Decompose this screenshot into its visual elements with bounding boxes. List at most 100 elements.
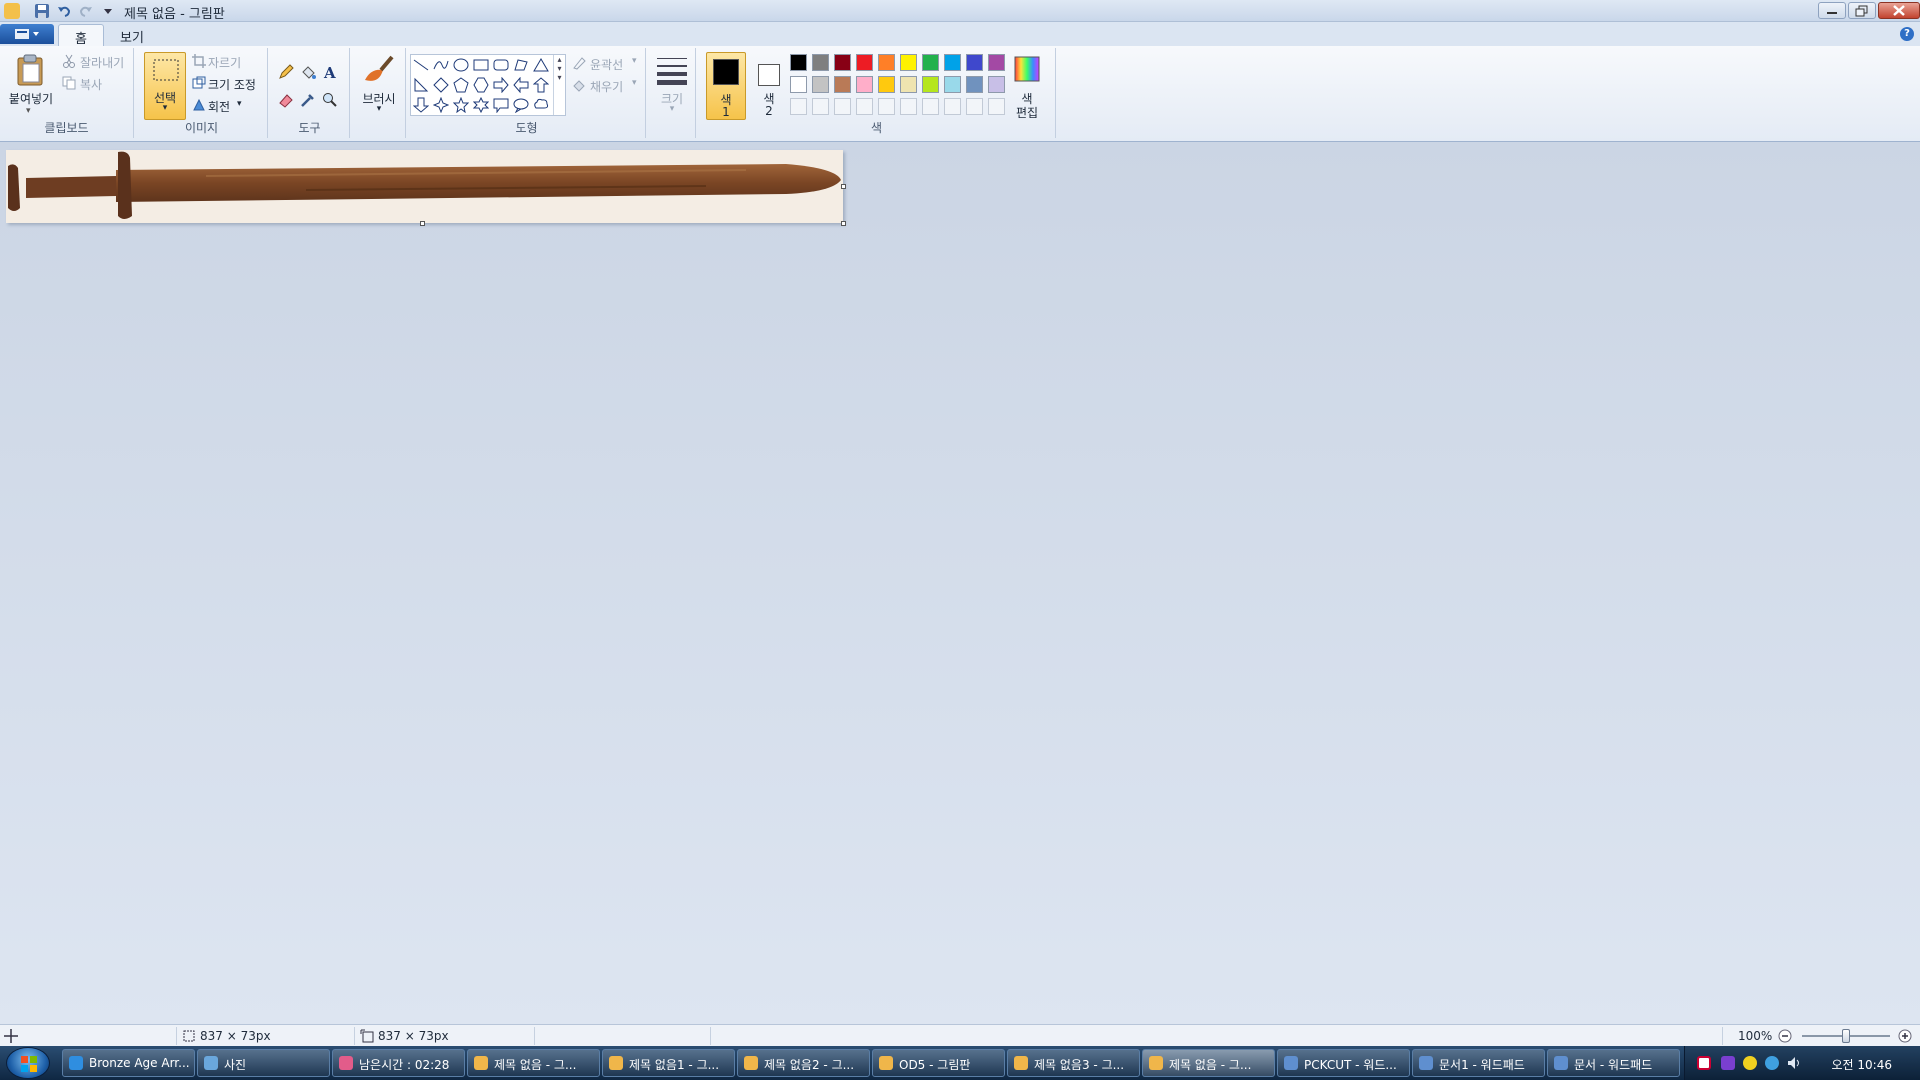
polygon-shape-icon[interactable] [513, 57, 529, 73]
pencil-icon[interactable] [276, 62, 296, 82]
magnifier-icon[interactable] [320, 90, 340, 110]
four-point-star-shape-icon[interactable] [432, 96, 450, 114]
custom-color-slot[interactable] [856, 98, 873, 115]
palette-swatch[interactable] [856, 54, 873, 71]
eraser-icon[interactable] [276, 90, 296, 110]
rectangle-shape-icon[interactable] [473, 57, 489, 73]
palette-swatch[interactable] [878, 76, 895, 93]
canvas-area[interactable] [0, 142, 1920, 1024]
size-dropdown-icon[interactable]: ▾ [648, 104, 696, 114]
color-picker-icon[interactable] [298, 90, 318, 110]
oval-shape-icon[interactable] [453, 57, 469, 73]
taskbar-item[interactable]: OD5 - 그림판 [872, 1049, 1005, 1077]
fill-dropdown-icon[interactable]: ▾ [632, 78, 637, 88]
palette-swatch[interactable] [922, 76, 939, 93]
color2-button[interactable]: 색 2 [750, 52, 786, 120]
palette-swatch[interactable] [988, 54, 1005, 71]
custom-color-slot[interactable] [900, 98, 917, 115]
fill-bucket-icon[interactable] [298, 62, 318, 82]
palette-swatch[interactable] [812, 54, 829, 71]
custom-color-slot[interactable] [922, 98, 939, 115]
taskbar-item[interactable]: 사진 [197, 1049, 330, 1077]
text-tool-icon[interactable]: A [320, 62, 340, 82]
crop-button[interactable]: 자르기 [208, 54, 241, 71]
palette-swatch[interactable] [812, 76, 829, 93]
line-size-icon[interactable] [656, 56, 688, 89]
palette-swatch[interactable] [944, 76, 961, 93]
pentagon-shape-icon[interactable] [453, 77, 469, 93]
volume-icon[interactable] [1787, 1056, 1801, 1070]
smiley-tray-icon[interactable] [1743, 1056, 1757, 1070]
taskbar-item[interactable]: 제목 없음 - 그... [467, 1049, 600, 1077]
tab-view[interactable]: 보기 [104, 24, 160, 46]
color1-button[interactable]: 색 1 [706, 52, 746, 120]
edit-colors-icon[interactable] [1014, 56, 1040, 85]
media-tray-icon[interactable] [1721, 1056, 1735, 1070]
help-icon[interactable]: ? [1900, 27, 1914, 41]
palette-swatch[interactable] [856, 76, 873, 93]
start-button[interactable] [6, 1047, 50, 1079]
rotate-button[interactable]: 회전 [208, 98, 230, 115]
tab-home[interactable]: 홈 [58, 24, 104, 47]
custom-color-slot[interactable] [878, 98, 895, 115]
five-point-star-shape-icon[interactable] [452, 96, 470, 114]
rounded-rectangle-shape-icon[interactable] [493, 57, 509, 73]
zoom-slider-thumb[interactable] [1842, 1029, 1850, 1043]
cloud-callout-shape-icon[interactable] [533, 97, 549, 113]
cut-button[interactable]: 잘라내기 [80, 54, 124, 71]
resize-handle-bottom[interactable] [420, 221, 425, 226]
custom-color-slot[interactable] [812, 98, 829, 115]
outline-icon[interactable] [572, 56, 586, 73]
right-arrow-shape-icon[interactable] [493, 76, 509, 94]
oval-callout-shape-icon[interactable] [513, 97, 529, 114]
triangle-shape-icon[interactable] [533, 57, 549, 73]
select-button[interactable]: 선택 ▾ [144, 52, 186, 120]
restore-button[interactable] [1848, 2, 1876, 19]
custom-color-slot[interactable] [966, 98, 983, 115]
rotate-icon[interactable] [192, 98, 206, 115]
palette-swatch[interactable] [790, 54, 807, 71]
copy-button[interactable]: 복사 [80, 76, 102, 93]
taskbar-item[interactable]: 제목 없음2 - 그... [737, 1049, 870, 1077]
diamond-shape-icon[interactable] [433, 77, 449, 93]
palette-swatch[interactable] [966, 54, 983, 71]
minimize-button[interactable] [1818, 2, 1846, 19]
line-shape-icon[interactable] [413, 57, 429, 73]
taskbar-item[interactable]: 문서1 - 워드패드 [1412, 1049, 1545, 1077]
clock[interactable]: 오전 10:46 [1832, 1056, 1892, 1073]
palette-swatch[interactable] [922, 54, 939, 71]
down-arrow-shape-icon[interactable] [412, 97, 430, 113]
undo-icon[interactable] [56, 3, 72, 19]
paste-icon[interactable] [16, 54, 46, 89]
scissors-icon[interactable] [62, 54, 76, 71]
copy-icon[interactable] [62, 76, 76, 93]
fill-button[interactable]: 채우기 [590, 78, 623, 95]
rotate-dropdown-icon[interactable]: ▾ [237, 99, 242, 109]
palette-swatch[interactable] [900, 54, 917, 71]
redo-icon[interactable] [78, 3, 94, 19]
palette-swatch[interactable] [834, 76, 851, 93]
custom-color-slot[interactable] [790, 98, 807, 115]
paste-button[interactable]: 붙여넣기 [4, 90, 58, 107]
palette-swatch[interactable] [966, 76, 983, 93]
resize-button[interactable]: 크기 조정 [208, 76, 256, 93]
quick-access-dropdown-icon[interactable] [100, 3, 116, 19]
outline-dropdown-icon[interactable]: ▾ [632, 56, 637, 66]
resize-handle-right[interactable] [841, 184, 846, 189]
palette-swatch[interactable] [790, 76, 807, 93]
palette-swatch[interactable] [988, 76, 1005, 93]
custom-color-slot[interactable] [988, 98, 1005, 115]
palette-swatch[interactable] [834, 54, 851, 71]
palette-swatch[interactable] [944, 54, 961, 71]
zoom-in-icon[interactable] [1898, 1029, 1912, 1046]
curve-shape-icon[interactable] [433, 57, 449, 73]
paste-dropdown-icon[interactable]: ▾ [26, 106, 31, 116]
shapes-scroll-icon[interactable]: ▴ ▾ ▾ [553, 55, 565, 115]
taskbar-item[interactable]: 문서 - 워드패드 [1547, 1049, 1680, 1077]
custom-color-slot[interactable] [944, 98, 961, 115]
palette-swatch[interactable] [878, 54, 895, 71]
fill-icon[interactable] [572, 78, 586, 95]
record-tray-icon[interactable] [1697, 1056, 1711, 1070]
taskbar-item[interactable]: PCKCUT - 워드... [1277, 1049, 1410, 1077]
right-triangle-shape-icon[interactable] [413, 77, 429, 93]
